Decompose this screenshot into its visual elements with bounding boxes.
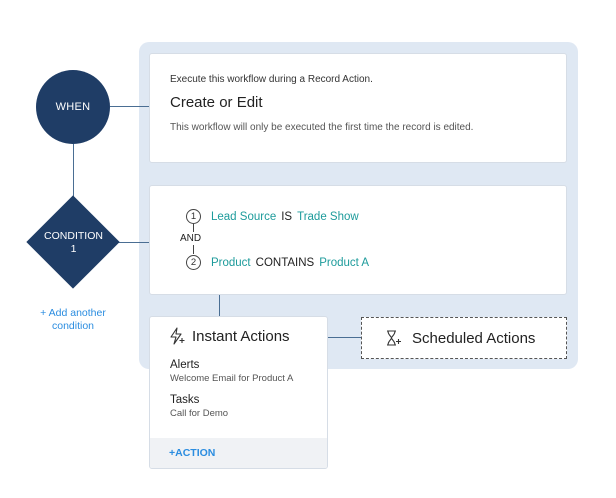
scheduled-actions-title: Scheduled Actions <box>412 329 536 347</box>
record-action-card[interactable]: Execute this workflow during a Record Ac… <box>149 53 567 163</box>
condition-field-2[interactable]: Product <box>211 257 251 269</box>
add-action-button[interactable]: +ACTION <box>150 438 327 468</box>
record-action-title: Create or Edit <box>170 94 263 111</box>
condition-node-title: CONDITION <box>44 229 103 242</box>
condition-value-1[interactable]: Trade Show <box>297 211 359 223</box>
condition-value-2[interactable]: Product A <box>319 257 369 269</box>
condition-number-1: 1 <box>186 209 201 224</box>
condition-operator-2: CONTAINS <box>255 256 315 269</box>
condition-node-label: CONDITION 1 <box>27 196 120 289</box>
instant-actions-title: Instant Actions <box>192 327 290 345</box>
add-condition-line1: + Add another <box>40 307 106 319</box>
instant-to-scheduled-line <box>328 337 362 338</box>
record-action-description: Execute this workflow during a Record Ac… <box>170 74 373 85</box>
condition-joiner: AND <box>180 233 202 244</box>
hourglass-plus-icon <box>387 330 401 346</box>
condition-1-connector <box>193 224 194 232</box>
instant-actions-card[interactable]: Instant Actions Alerts Welcome Email for… <box>149 316 328 469</box>
condition-row-1[interactable]: 1 Lead Source IS Trade Show <box>186 209 359 224</box>
condition-2-connector <box>193 245 194 254</box>
conditions-card[interactable]: 1 Lead Source IS Trade Show AND 2 Produc… <box>149 185 567 295</box>
when-node[interactable]: WHEN <box>36 70 110 144</box>
condition-node-number: 1 <box>70 242 77 255</box>
add-another-condition-link[interactable]: + Add another condition <box>22 307 124 333</box>
condition-operator-1: IS <box>281 210 293 223</box>
workflow-canvas: WHEN CONDITION 1 + Add another condition… <box>0 0 616 498</box>
tasks-label: Tasks <box>170 394 200 406</box>
condition-node[interactable]: CONDITION 1 <box>26 195 120 289</box>
instant-actions-header: Instant Actions <box>150 317 327 345</box>
condition-field-1[interactable]: Lead Source <box>211 211 276 223</box>
condition-row-2[interactable]: 2 Product CONTAINS Product A <box>186 255 369 270</box>
condition-to-actions-line <box>219 295 220 317</box>
add-condition-line2: condition <box>51 320 95 332</box>
condition-number-2: 2 <box>186 255 201 270</box>
record-action-note: This workflow will only be executed the … <box>170 122 474 133</box>
when-node-label: WHEN <box>55 101 91 113</box>
scheduled-actions-card[interactable]: Scheduled Actions <box>361 317 567 359</box>
instant-actions-icon <box>170 327 185 345</box>
alerts-value: Welcome Email for Product A <box>170 373 294 384</box>
alerts-section[interactable]: Alerts Welcome Email for Product A <box>150 359 327 384</box>
tasks-section[interactable]: Tasks Call for Demo <box>150 394 327 419</box>
alerts-label: Alerts <box>170 359 200 371</box>
when-connector-line <box>110 106 150 107</box>
tasks-value: Call for Demo <box>170 408 229 419</box>
